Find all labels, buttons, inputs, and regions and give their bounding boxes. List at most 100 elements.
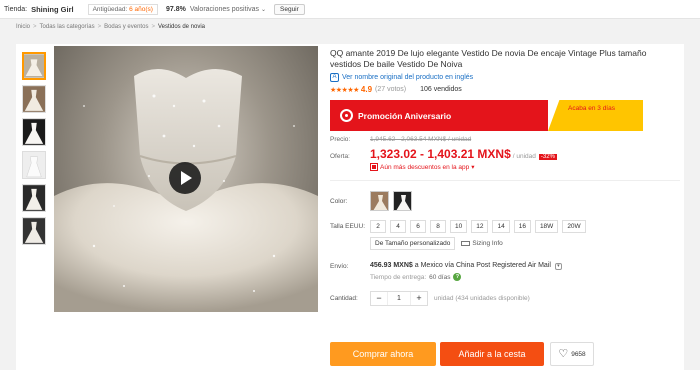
breadcrumb-separator: > bbox=[33, 24, 37, 30]
sizing-info-text[interactable]: Sizing Info bbox=[472, 240, 502, 247]
product-title: QQ amante 2019 De lujo elegante Vestido … bbox=[330, 48, 647, 69]
thumbnail-6[interactable] bbox=[22, 217, 46, 245]
add-to-cart-button[interactable]: Añadir a la cesta bbox=[440, 342, 544, 366]
follow-button[interactable]: Seguir bbox=[274, 3, 305, 15]
delivery-time-value: 60 días bbox=[429, 273, 451, 281]
chevron-down-icon[interactable]: ▾ bbox=[471, 163, 474, 171]
color-swatch-2[interactable] bbox=[393, 191, 412, 211]
product-info: QQ amante 2019 De lujo elegante Vestido … bbox=[330, 48, 680, 306]
sizing-info-link[interactable]: Sizing Info bbox=[461, 240, 503, 247]
color-swatch-1[interactable] bbox=[370, 191, 389, 211]
store-age: Antigüedad: 6 año(s) bbox=[87, 3, 158, 15]
store-age-label: Antigüedad: bbox=[92, 5, 128, 13]
breadcrumb: Inicio > Todas las categorías > Bodas y … bbox=[16, 24, 205, 30]
thumbnail-3[interactable] bbox=[22, 118, 46, 146]
promo-icon bbox=[340, 109, 353, 122]
app-discount-text[interactable]: Aún más descuentos en la app bbox=[380, 164, 469, 171]
breadcrumb-categories[interactable]: Todas las categorías bbox=[40, 24, 95, 30]
size-option[interactable]: 6 bbox=[410, 220, 426, 233]
promo-banner: Promoción Aniversario Acaba en 3 días bbox=[330, 100, 643, 131]
color-row: Color: bbox=[330, 191, 680, 211]
quantity-input[interactable]: 1 bbox=[387, 292, 411, 305]
quantity-stepper: − 1 + bbox=[370, 291, 428, 306]
store-name[interactable]: Shining Girl bbox=[31, 5, 74, 14]
wishlist-count: 9658 bbox=[571, 350, 586, 358]
orders-count: 106 vendidos bbox=[420, 86, 462, 93]
wishlist-button[interactable]: ♡ 9658 bbox=[550, 342, 594, 366]
store-rating-label[interactable]: Valoraciones positivas bbox=[190, 6, 259, 13]
increase-quantity-button[interactable]: + bbox=[411, 292, 427, 305]
size-option[interactable]: 16 bbox=[513, 220, 531, 233]
main-product-image[interactable] bbox=[54, 46, 318, 312]
store-age-value: 6 año(s) bbox=[129, 5, 153, 13]
rating-row: ★★★★★ 4.9 (27 votos) 106 vendidos bbox=[330, 85, 680, 94]
play-video-button[interactable] bbox=[169, 162, 201, 194]
delivery-time-label: Tiempo de entrega: bbox=[370, 273, 427, 281]
store-bar: Tienda: Shining Girl Antigüedad: 6 año(s… bbox=[0, 0, 700, 19]
size-option[interactable]: 4 bbox=[390, 220, 406, 233]
discount-badge: -32% bbox=[538, 154, 557, 160]
availability-text: unidad (434 unidades disponible) bbox=[434, 295, 530, 302]
help-icon[interactable]: ? bbox=[453, 273, 462, 281]
app-discount-link[interactable]: Aún más descuentos en la app ▾ bbox=[370, 163, 680, 171]
breadcrumb-separator: > bbox=[151, 24, 155, 30]
decrease-quantity-button[interactable]: − bbox=[371, 292, 387, 305]
buy-now-button[interactable]: Comprar ahora bbox=[330, 342, 436, 366]
stars-icon: ★★★★★ bbox=[330, 86, 359, 94]
breadcrumb-weddings[interactable]: Bodas y eventos bbox=[104, 24, 148, 30]
custom-size-option[interactable]: De Tamaño personalizado bbox=[370, 237, 456, 250]
store-rating: 97.8% bbox=[165, 5, 186, 13]
size-option[interactable]: 18W bbox=[534, 220, 559, 233]
qr-code-icon bbox=[370, 163, 378, 171]
breadcrumb-separator: > bbox=[97, 24, 102, 30]
breadcrumb-home[interactable]: Inicio bbox=[16, 24, 30, 30]
store-label: Tienda: bbox=[4, 5, 28, 13]
price-box: Precio: 1,945.62 - 2,063.54 MXN$ / unida… bbox=[330, 136, 680, 171]
rating-score: 4.9 bbox=[360, 85, 373, 94]
promo-label-area: Promoción Aniversario bbox=[330, 100, 548, 131]
shipping-cost: 456.93 MXN$ bbox=[370, 262, 413, 269]
thumbnail-list bbox=[22, 52, 48, 250]
heart-icon: ♡ bbox=[558, 348, 569, 360]
price-row: Precio: 1,945.62 - 2,063.54 MXN$ / unida… bbox=[330, 136, 680, 143]
shipping-row: Envío: 456.93 MXN$ a Mexico vía China Po… bbox=[330, 262, 680, 281]
action-buttons: Comprar ahora Añadir a la cesta ♡ 9658 bbox=[330, 342, 594, 366]
offer-row: Oferta: 1,323.02 - 1,403.21 MXN$ / unida… bbox=[330, 147, 680, 161]
shipping-details: 456.93 MXN$ a Mexico vía China Post Regi… bbox=[370, 262, 562, 281]
size-option[interactable]: 12 bbox=[471, 220, 489, 233]
ruler-icon bbox=[461, 241, 471, 246]
translate-icon: A bbox=[330, 73, 339, 82]
size-option[interactable]: 20W bbox=[562, 220, 586, 233]
size-label: Talla EEUU: bbox=[330, 223, 366, 230]
shipping-label: Envío: bbox=[330, 263, 349, 270]
chevron-down-icon[interactable]: ⌄ bbox=[261, 6, 266, 13]
price-unit: / unidad bbox=[512, 153, 536, 160]
shipping-route: a Mexico vía China Post Registered Air M… bbox=[414, 262, 551, 269]
thumbnail-4[interactable] bbox=[22, 151, 46, 179]
size-option[interactable]: 10 bbox=[450, 220, 468, 233]
thumbnail-1[interactable] bbox=[22, 52, 46, 80]
offer-label: Oferta: bbox=[330, 153, 350, 160]
thumbnail-5[interactable] bbox=[22, 184, 46, 212]
price-label: Precio: bbox=[330, 136, 351, 143]
size-extra-row: De Tamaño personalizado Sizing Info bbox=[370, 237, 680, 250]
offer-price: 1,323.02 - 1,403.21 MXN$ bbox=[370, 147, 511, 161]
size-options: 2 4 6 8 10 12 14 16 18W 20W bbox=[370, 220, 630, 233]
chevron-down-icon[interactable]: ▾ bbox=[554, 263, 562, 270]
shipping-cost-line[interactable]: 456.93 MXN$ a Mexico vía China Post Regi… bbox=[370, 262, 562, 270]
promo-ends: Acaba en 3 días bbox=[548, 100, 643, 131]
quantity-label: Cantidad: bbox=[330, 295, 358, 302]
promo-label: Promoción Aniversario bbox=[358, 110, 452, 121]
size-option[interactable]: 2 bbox=[370, 220, 386, 233]
quantity-row: Cantidad: − 1 + unidad (434 unidades dis… bbox=[330, 291, 680, 306]
rating-votes[interactable]: (27 votos) bbox=[375, 86, 406, 93]
size-row: Talla EEUU: 2 4 6 8 10 12 14 16 18W 20W bbox=[330, 220, 680, 233]
thumbnail-2[interactable] bbox=[22, 85, 46, 113]
color-label: Color: bbox=[330, 197, 348, 205]
breadcrumb-current[interactable]: Vestidos de novia bbox=[158, 24, 205, 30]
size-option[interactable]: 8 bbox=[430, 220, 446, 233]
size-option[interactable]: 14 bbox=[492, 220, 510, 233]
old-price: 1,945.62 - 2,063.54 MXN$ / unidad bbox=[370, 136, 472, 143]
original-name-link[interactable]: A Ver nombre original del producto en in… bbox=[330, 73, 680, 82]
original-name-text[interactable]: Ver nombre original del producto en ingl… bbox=[342, 74, 473, 81]
